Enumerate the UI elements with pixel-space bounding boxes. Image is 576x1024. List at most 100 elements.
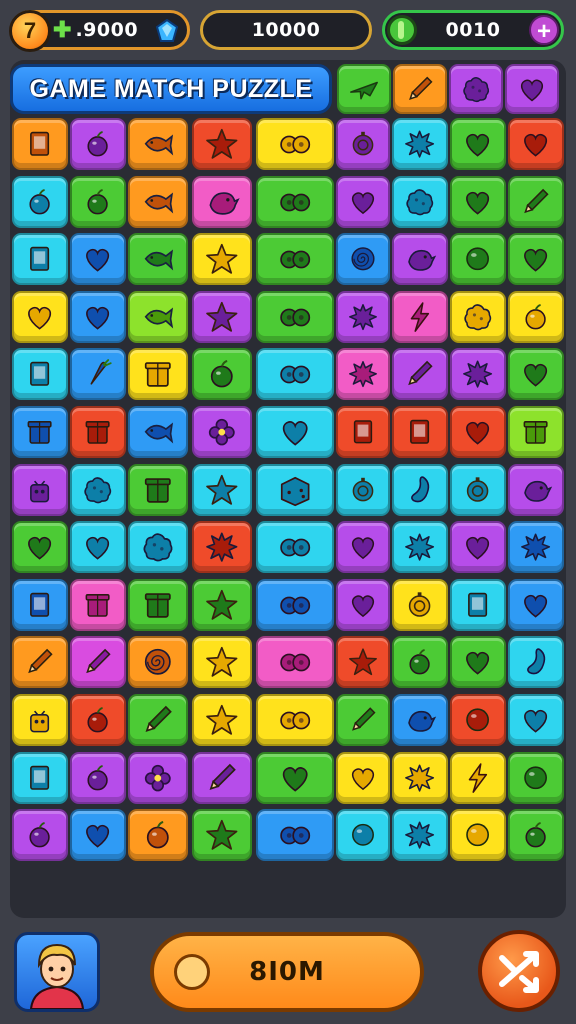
game-tile[interactable]	[336, 752, 390, 804]
game-tile[interactable]	[192, 694, 252, 746]
game-tile[interactable]	[336, 694, 390, 746]
game-tile[interactable]	[256, 464, 334, 516]
game-tile[interactable]	[128, 291, 188, 343]
game-tile[interactable]	[508, 176, 564, 228]
game-tile[interactable]	[450, 809, 506, 861]
game-tile[interactable]	[392, 579, 448, 631]
game-tile[interactable]	[70, 636, 126, 688]
game-tile[interactable]	[508, 291, 564, 343]
game-tile[interactable]	[450, 291, 506, 343]
game-tile[interactable]	[508, 464, 564, 516]
game-tile[interactable]	[256, 348, 334, 400]
game-tile[interactable]	[508, 406, 564, 458]
game-tile[interactable]	[192, 291, 252, 343]
game-tile[interactable]	[12, 348, 68, 400]
game-tile[interactable]	[70, 348, 126, 400]
game-tile[interactable]	[450, 636, 506, 688]
game-tile[interactable]	[70, 694, 126, 746]
game-tile[interactable]	[256, 694, 334, 746]
game-tile[interactable]	[450, 694, 506, 746]
game-tile[interactable]	[450, 521, 506, 573]
game-tile[interactable]	[128, 406, 188, 458]
game-tile[interactable]	[508, 521, 564, 573]
game-tile[interactable]	[70, 752, 126, 804]
game-tile[interactable]	[192, 752, 252, 804]
game-tile[interactable]	[12, 752, 68, 804]
shuffle-button[interactable]	[478, 930, 560, 1012]
game-tile[interactable]	[450, 118, 506, 170]
game-tile[interactable]	[450, 348, 506, 400]
game-tile[interactable]	[392, 464, 448, 516]
game-tile[interactable]	[256, 809, 334, 861]
game-tile[interactable]	[192, 464, 252, 516]
game-tile[interactable]	[70, 406, 126, 458]
game-tile[interactable]	[336, 233, 390, 285]
game-tile[interactable]	[192, 521, 252, 573]
game-tile[interactable]	[508, 636, 564, 688]
add-gems-button[interactable]: +	[529, 15, 559, 45]
game-tile[interactable]	[450, 752, 506, 804]
game-tile[interactable]	[450, 464, 506, 516]
game-tile[interactable]	[128, 579, 188, 631]
game-tile[interactable]	[70, 118, 126, 170]
game-tile[interactable]	[12, 464, 68, 516]
game-tile[interactable]	[12, 694, 68, 746]
game-tile[interactable]	[336, 291, 390, 343]
game-tile[interactable]	[12, 176, 68, 228]
game-tile[interactable]	[256, 176, 334, 228]
game-tile[interactable]	[192, 118, 252, 170]
game-tile[interactable]	[392, 176, 448, 228]
game-tile[interactable]	[256, 406, 334, 458]
game-tile[interactable]	[508, 694, 564, 746]
game-tile[interactable]	[392, 348, 448, 400]
profile-avatar-button[interactable]	[14, 932, 100, 1012]
game-tile[interactable]	[392, 809, 448, 861]
game-tile[interactable]	[128, 118, 188, 170]
game-tile[interactable]	[192, 348, 252, 400]
game-tile[interactable]	[508, 579, 564, 631]
game-tile[interactable]	[128, 809, 188, 861]
game-tile[interactable]	[192, 233, 252, 285]
game-tile[interactable]	[128, 694, 188, 746]
game-tile[interactable]	[256, 752, 334, 804]
game-tile[interactable]	[336, 176, 390, 228]
game-tile[interactable]	[508, 809, 564, 861]
game-tile[interactable]	[12, 579, 68, 631]
game-tile[interactable]	[128, 636, 188, 688]
game-tile[interactable]	[12, 291, 68, 343]
game-tile[interactable]	[70, 809, 126, 861]
game-tile[interactable]	[70, 579, 126, 631]
game-tile[interactable]	[336, 406, 390, 458]
play-button[interactable]: 8I0M	[150, 932, 424, 1012]
game-tile[interactable]	[336, 118, 390, 170]
game-tile[interactable]	[128, 464, 188, 516]
game-tile[interactable]	[508, 233, 564, 285]
game-tile[interactable]	[256, 291, 334, 343]
game-tile[interactable]	[128, 348, 188, 400]
game-tile[interactable]	[192, 176, 252, 228]
game-tile[interactable]	[192, 406, 252, 458]
gem-counter[interactable]: 0010 +	[382, 10, 564, 50]
game-tile[interactable]	[70, 291, 126, 343]
game-tile[interactable]	[12, 118, 68, 170]
header-tile[interactable]	[337, 64, 391, 114]
game-tile[interactable]	[336, 521, 390, 573]
game-tile[interactable]	[336, 636, 390, 688]
game-tile[interactable]	[12, 809, 68, 861]
game-tile[interactable]	[256, 118, 334, 170]
game-tile[interactable]	[128, 233, 188, 285]
coin-counter[interactable]: 7 ✚ .9000	[9, 10, 190, 52]
game-tile[interactable]	[128, 176, 188, 228]
game-tile[interactable]	[392, 752, 448, 804]
game-tile[interactable]	[392, 694, 448, 746]
game-tile[interactable]	[256, 579, 334, 631]
game-tile[interactable]	[450, 176, 506, 228]
game-tile[interactable]	[70, 176, 126, 228]
game-tile[interactable]	[392, 118, 448, 170]
header-tile[interactable]	[505, 64, 559, 114]
game-tile[interactable]	[336, 809, 390, 861]
game-tile[interactable]	[450, 233, 506, 285]
header-tile[interactable]	[449, 64, 503, 114]
game-tile[interactable]	[392, 291, 448, 343]
game-tile[interactable]	[450, 406, 506, 458]
